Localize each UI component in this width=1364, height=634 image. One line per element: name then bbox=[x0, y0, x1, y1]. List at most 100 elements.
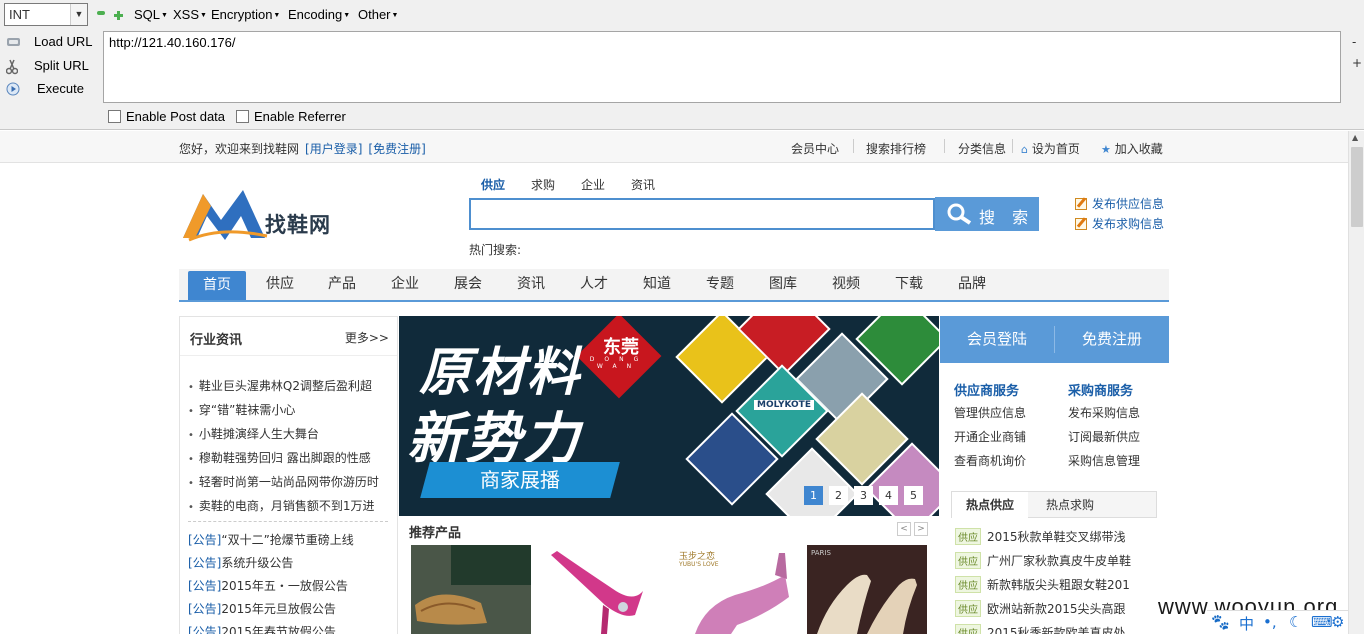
hot-supply-item[interactable]: 供应 广州厂家秋款真皮牛皮单鞋 bbox=[955, 552, 1131, 569]
banner-page-3[interactable]: 3 bbox=[854, 486, 873, 505]
menu-encoding[interactable]: Encoding▼ bbox=[288, 7, 350, 22]
ime-lang[interactable]: 中 bbox=[1239, 613, 1254, 634]
url-textarea[interactable]: http://121.40.160.176/ bbox=[103, 31, 1341, 103]
nav-supply[interactable]: 供应 bbox=[251, 269, 309, 300]
publish-buy-link[interactable]: 发布求购信息 bbox=[1075, 215, 1164, 232]
load-url-button[interactable]: Load URL bbox=[2, 32, 98, 54]
notice-tag: [公告] bbox=[188, 602, 222, 616]
scroll-up-icon[interactable]: ▲ bbox=[1352, 133, 1358, 142]
search-tab-news[interactable]: 资讯 bbox=[631, 176, 655, 193]
news-item[interactable]: 鞋业巨头渥弗林Q2调整后盈利超 bbox=[188, 377, 372, 394]
news-item[interactable]: 小鞋摊演绎人生大舞台 bbox=[188, 425, 319, 442]
set-homepage-link[interactable]: ⌂ 设为首页 bbox=[1021, 140, 1080, 157]
news-item[interactable]: 卖鞋的电商，月销售额不到1万进 bbox=[188, 497, 375, 514]
supplier-service-link[interactable]: 开通企业商铺 bbox=[954, 428, 1026, 445]
search-tab-company[interactable]: 企业 bbox=[581, 176, 605, 193]
type-select[interactable]: INT ▼ bbox=[4, 3, 88, 26]
nav-gallery[interactable]: 图库 bbox=[754, 269, 812, 300]
news-item[interactable]: 穿“错”鞋袜需小心 bbox=[188, 401, 295, 418]
split-url-button[interactable]: Split URL bbox=[2, 56, 98, 78]
search-input[interactable] bbox=[469, 198, 935, 230]
member-center-link[interactable]: 会员中心 bbox=[791, 140, 839, 157]
buyer-service-link[interactable]: 采购信息管理 bbox=[1068, 452, 1140, 469]
banner-slider[interactable]: MOLYKOTE 东莞 DONG WAN 原材料 新势力 商家展播 1 2 3 … bbox=[399, 316, 939, 516]
notice-item[interactable]: [公告]2015年元旦放假公告 bbox=[188, 600, 336, 617]
buyer-service-link[interactable]: 发布采购信息 bbox=[1068, 404, 1140, 421]
recommend-prev-button[interactable]: < bbox=[897, 522, 911, 536]
execute-button[interactable]: Execute bbox=[2, 79, 98, 101]
nav-exhibition[interactable]: 展会 bbox=[439, 269, 497, 300]
classified-link[interactable]: 分类信息 bbox=[958, 140, 1006, 157]
menu-sql[interactable]: SQL▼ bbox=[134, 7, 168, 22]
register-link[interactable]: [免费注册] bbox=[368, 142, 425, 156]
member-login-button[interactable]: 会员登陆 bbox=[940, 316, 1054, 363]
news-item[interactable]: 穆勒鞋强势回归 露出脚跟的性感 bbox=[188, 449, 371, 466]
buyer-service-title: 采购商服务 bbox=[1068, 384, 1134, 399]
banner-showcase-button[interactable]: 商家展播 bbox=[420, 462, 620, 498]
notice-item[interactable]: [公告]系统升级公告 bbox=[188, 554, 293, 571]
notice-item[interactable]: [公告]2015年五・一放假公告 bbox=[188, 577, 348, 594]
add-favorite-link[interactable]: ★ 加入收藏 bbox=[1101, 140, 1163, 157]
nav-knowledge[interactable]: 知道 bbox=[628, 269, 686, 300]
shrink-button[interactable]: - bbox=[1352, 35, 1356, 49]
page-scrollbar[interactable]: ▲ bbox=[1348, 131, 1364, 634]
hot-supply-item[interactable]: 供应 新款韩版尖头粗跟女鞋201 bbox=[955, 576, 1130, 593]
nav-news[interactable]: 资讯 bbox=[502, 269, 560, 300]
menu-other[interactable]: Other▼ bbox=[358, 7, 398, 22]
member-register-button[interactable]: 免费注册 bbox=[1055, 316, 1169, 363]
nav-talent[interactable]: 人才 bbox=[565, 269, 623, 300]
tab-hot-supply[interactable]: 热点供应 bbox=[952, 492, 1028, 518]
settings-icon[interactable]: ⚙ bbox=[1331, 613, 1344, 631]
product-image[interactable] bbox=[543, 545, 663, 634]
enable-post-box[interactable] bbox=[108, 110, 121, 123]
paw-icon[interactable]: 🐾 bbox=[1211, 613, 1230, 631]
enable-referrer-checkbox[interactable]: Enable Referrer bbox=[236, 109, 346, 124]
notice-item[interactable]: [公告]“双十二”抢爆节重磅上线 bbox=[188, 531, 354, 548]
search-tab-supply[interactable]: 供应 bbox=[481, 176, 505, 193]
tab-hot-buy[interactable]: 热点求购 bbox=[1032, 492, 1108, 518]
nav-download[interactable]: 下载 bbox=[880, 269, 938, 300]
nav-brands[interactable]: 品牌 bbox=[943, 269, 1001, 300]
grow-button[interactable]: + bbox=[1352, 56, 1362, 70]
nav-topics[interactable]: 专题 bbox=[691, 269, 749, 300]
enable-post-checkbox[interactable]: Enable Post data bbox=[108, 109, 225, 124]
menu-encryption[interactable]: Encryption▼ bbox=[211, 7, 280, 22]
buyer-service-link[interactable]: 订阅最新供应 bbox=[1068, 428, 1140, 445]
menu-xss[interactable]: XSS▼ bbox=[173, 7, 207, 22]
banner-page-2[interactable]: 2 bbox=[829, 486, 848, 505]
chevron-down-icon[interactable]: ▼ bbox=[70, 4, 87, 25]
hot-supply-item[interactable]: 供应 欧洲站新款2015尖头高跟 bbox=[955, 600, 1126, 617]
nav-home[interactable]: 首页 bbox=[188, 271, 246, 300]
moon-icon[interactable]: ☾ bbox=[1289, 613, 1302, 631]
news-more-link[interactable]: 更多>> bbox=[345, 329, 389, 346]
nav-company[interactable]: 企业 bbox=[376, 269, 434, 300]
banner-page-4[interactable]: 4 bbox=[879, 486, 898, 505]
news-item[interactable]: 轻奢时尚第一站尚品网带你游历时 bbox=[188, 473, 379, 490]
publish-supply-link[interactable]: 发布供应信息 bbox=[1075, 195, 1164, 212]
search-tab-buy[interactable]: 求购 bbox=[531, 176, 555, 193]
hot-supply-item[interactable]: 供应 2015秋款单鞋交叉绑带浅 bbox=[955, 528, 1126, 545]
plus-icon[interactable] bbox=[114, 9, 123, 20]
hot-supply-item[interactable]: 供应 2015秋季新款欧美真皮处 bbox=[955, 624, 1126, 634]
product-image[interactable]: 玉步之恋 YUBU'S LOVE bbox=[675, 545, 795, 634]
menu-sql-label: SQL bbox=[134, 7, 161, 22]
nav-video[interactable]: 视频 bbox=[817, 269, 875, 300]
product-image[interactable]: PARIS bbox=[807, 545, 927, 634]
supplier-service-link[interactable]: 管理供应信息 bbox=[954, 404, 1026, 421]
notice-item[interactable]: [公告]2015年春节放假公告 bbox=[188, 623, 336, 634]
banner-page-1[interactable]: 1 bbox=[804, 486, 823, 505]
supplier-service-link[interactable]: 查看商机询价 bbox=[954, 452, 1026, 469]
product-brand-en: YUBU'S LOVE bbox=[679, 561, 719, 568]
banner-page-5[interactable]: 5 bbox=[904, 486, 923, 505]
keyboard-icon[interactable]: ⌨ bbox=[1311, 613, 1333, 631]
enable-referrer-box[interactable] bbox=[236, 110, 249, 123]
minus-icon[interactable] bbox=[97, 11, 105, 15]
search-button[interactable]: 搜 索 bbox=[935, 197, 1039, 231]
nav-products[interactable]: 产品 bbox=[313, 269, 371, 300]
login-link[interactable]: [用户登录] bbox=[305, 142, 362, 156]
product-image[interactable] bbox=[411, 545, 531, 634]
search-ranking-link[interactable]: 搜索排行榜 bbox=[866, 140, 926, 157]
scrollbar-thumb[interactable] bbox=[1351, 147, 1363, 227]
recommend-next-button[interactable]: > bbox=[914, 522, 928, 536]
punctuation-icon[interactable]: •, bbox=[1263, 613, 1277, 631]
